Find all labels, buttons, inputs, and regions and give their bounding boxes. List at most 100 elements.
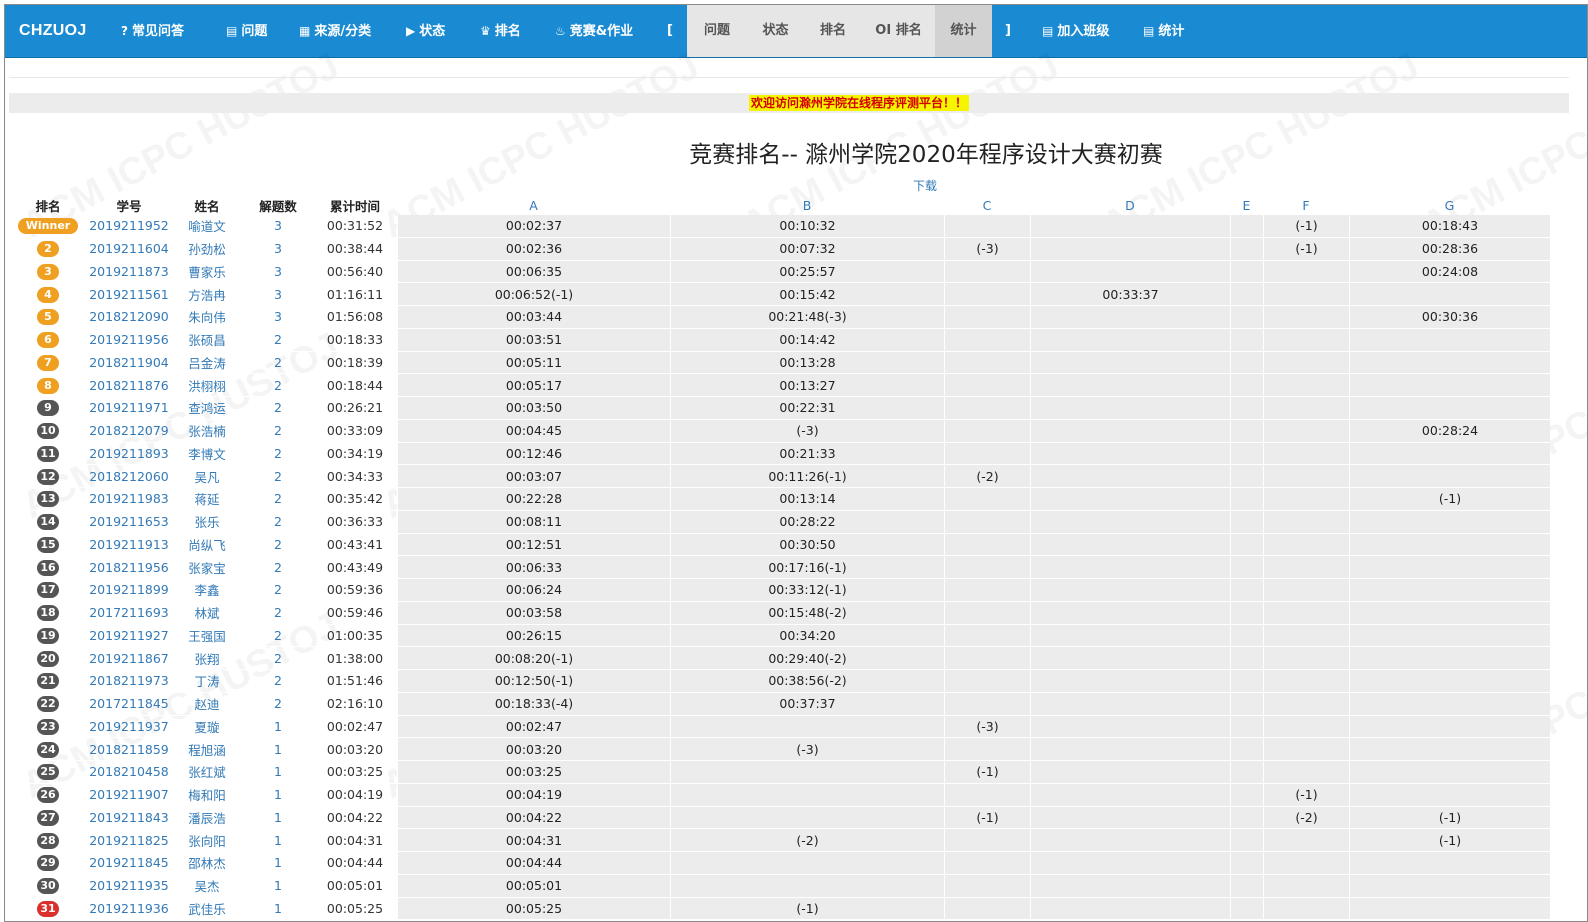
student-name-link[interactable]: 尚纵飞 (171, 534, 243, 557)
student-name-link[interactable]: 潘辰浩 (171, 807, 243, 830)
student-name-link[interactable]: 蒋延 (171, 488, 243, 511)
solved-count[interactable]: 1 (243, 716, 313, 739)
student-id-link[interactable]: 2019211867 (87, 647, 171, 670)
nav-item-3[interactable]: ▶ 状态 (406, 5, 445, 57)
subnav-item-4[interactable]: 统计 (935, 5, 992, 57)
student-id-link[interactable]: 2018211956 (87, 556, 171, 579)
nav-right-item-1[interactable]: ▤ 统计 (1143, 5, 1184, 57)
student-id-link[interactable]: 2019211937 (87, 716, 171, 739)
student-name-link[interactable]: 张家宝 (171, 556, 243, 579)
student-name-link[interactable]: 吴凡 (171, 465, 243, 488)
subnav-item-3[interactable]: OI 排名 (862, 5, 935, 57)
student-name-link[interactable]: 孙劲松 (171, 238, 243, 261)
solved-count[interactable]: 2 (243, 374, 313, 397)
solved-count[interactable]: 2 (243, 352, 313, 375)
download-link[interactable]: 下载 (913, 177, 937, 194)
student-name-link[interactable]: 张向阳 (171, 829, 243, 852)
subnav-item-0[interactable]: 问题 (687, 5, 747, 57)
student-id-link[interactable]: 2018210458 (87, 761, 171, 784)
nav-item-5[interactable]: ♨ 竞赛&作业 (555, 5, 633, 57)
student-id-link[interactable]: 2017211845 (87, 693, 171, 716)
student-id-link[interactable]: 2017211693 (87, 602, 171, 625)
student-id-link[interactable]: 2019211983 (87, 488, 171, 511)
student-id-link[interactable]: 2018211973 (87, 670, 171, 693)
student-name-link[interactable]: 张翔 (171, 647, 243, 670)
solved-count[interactable]: 2 (243, 420, 313, 443)
student-name-link[interactable]: 查鸿运 (171, 397, 243, 420)
solved-count[interactable]: 2 (243, 511, 313, 534)
student-id-link[interactable]: 2019211971 (87, 397, 171, 420)
solved-count[interactable]: 3 (243, 238, 313, 261)
student-name-link[interactable]: 张浩楠 (171, 420, 243, 443)
problem-column-header[interactable]: G (1349, 195, 1550, 215)
solved-count[interactable]: 2 (243, 534, 313, 557)
student-id-link[interactable]: 2019211913 (87, 534, 171, 557)
nav-item-2[interactable]: ▦ 来源/分类 (299, 5, 371, 57)
nav-item-1[interactable]: ▤ 问题 (226, 5, 267, 57)
solved-count[interactable]: 2 (243, 556, 313, 579)
solved-count[interactable]: 2 (243, 602, 313, 625)
student-name-link[interactable]: 王强国 (171, 625, 243, 648)
student-id-link[interactable]: 2019211845 (87, 852, 171, 875)
brand-logo[interactable]: CHZUOJ (19, 5, 87, 57)
student-name-link[interactable]: 程旭涵 (171, 738, 243, 761)
solved-count[interactable]: 1 (243, 875, 313, 898)
student-name-link[interactable]: 武佳乐 (171, 898, 243, 921)
solved-count[interactable]: 3 (243, 306, 313, 329)
nav-item-0[interactable]: ? 常见问答 (121, 5, 184, 57)
student-name-link[interactable]: 林斌 (171, 602, 243, 625)
student-id-link[interactable]: 2019211893 (87, 443, 171, 466)
problem-column-header[interactable]: E (1230, 195, 1263, 215)
student-id-link[interactable]: 2019211956 (87, 329, 171, 352)
student-id-link[interactable]: 2018211876 (87, 374, 171, 397)
problem-column-header[interactable]: B (670, 195, 944, 215)
nav-item-4[interactable]: ♛ 排名 (480, 5, 521, 57)
solved-count[interactable]: 2 (243, 329, 313, 352)
student-name-link[interactable]: 喻道文 (171, 215, 243, 238)
solved-count[interactable]: 1 (243, 807, 313, 830)
solved-count[interactable]: 2 (243, 625, 313, 648)
student-name-link[interactable]: 李博文 (171, 443, 243, 466)
student-id-link[interactable]: 2019211935 (87, 875, 171, 898)
student-name-link[interactable]: 曹家乐 (171, 261, 243, 284)
student-name-link[interactable]: 张红斌 (171, 761, 243, 784)
student-id-link[interactable]: 2019211653 (87, 511, 171, 534)
problem-column-header[interactable]: A (397, 195, 670, 215)
solved-count[interactable]: 1 (243, 761, 313, 784)
student-name-link[interactable]: 方浩冉 (171, 283, 243, 306)
solved-count[interactable]: 3 (243, 215, 313, 238)
student-id-link[interactable]: 2019211927 (87, 625, 171, 648)
solved-count[interactable]: 2 (243, 488, 313, 511)
student-id-link[interactable]: 2019211825 (87, 829, 171, 852)
student-name-link[interactable]: 赵迪 (171, 693, 243, 716)
student-name-link[interactable]: 夏璇 (171, 716, 243, 739)
student-id-link[interactable]: 2019211907 (87, 784, 171, 807)
solved-count[interactable]: 2 (243, 693, 313, 716)
solved-count[interactable]: 2 (243, 397, 313, 420)
solved-count[interactable]: 1 (243, 738, 313, 761)
student-id-link[interactable]: 2018212079 (87, 420, 171, 443)
solved-count[interactable]: 3 (243, 283, 313, 306)
student-id-link[interactable]: 2019211604 (87, 238, 171, 261)
solved-count[interactable]: 1 (243, 852, 313, 875)
solved-count[interactable]: 1 (243, 784, 313, 807)
problem-column-header[interactable]: F (1263, 195, 1349, 215)
solved-count[interactable]: 2 (243, 579, 313, 602)
subnav-item-1[interactable]: 状态 (747, 5, 804, 57)
student-name-link[interactable]: 丁涛 (171, 670, 243, 693)
solved-count[interactable]: 2 (243, 465, 313, 488)
student-id-link[interactable]: 2019211899 (87, 579, 171, 602)
student-id-link[interactable]: 2019211936 (87, 898, 171, 921)
student-id-link[interactable]: 2019211561 (87, 283, 171, 306)
problem-column-header[interactable]: C (944, 195, 1030, 215)
student-name-link[interactable]: 吴杰 (171, 875, 243, 898)
student-name-link[interactable]: 张硕昌 (171, 329, 243, 352)
student-id-link[interactable]: 2018212090 (87, 306, 171, 329)
solved-count[interactable]: 1 (243, 898, 313, 921)
problem-column-header[interactable]: D (1030, 195, 1230, 215)
student-id-link[interactable]: 2019211843 (87, 807, 171, 830)
student-name-link[interactable]: 梅和阳 (171, 784, 243, 807)
nav-right-item-0[interactable]: ▤ 加入班级 (1042, 5, 1109, 57)
solved-count[interactable]: 2 (243, 443, 313, 466)
student-id-link[interactable]: 2018211904 (87, 352, 171, 375)
